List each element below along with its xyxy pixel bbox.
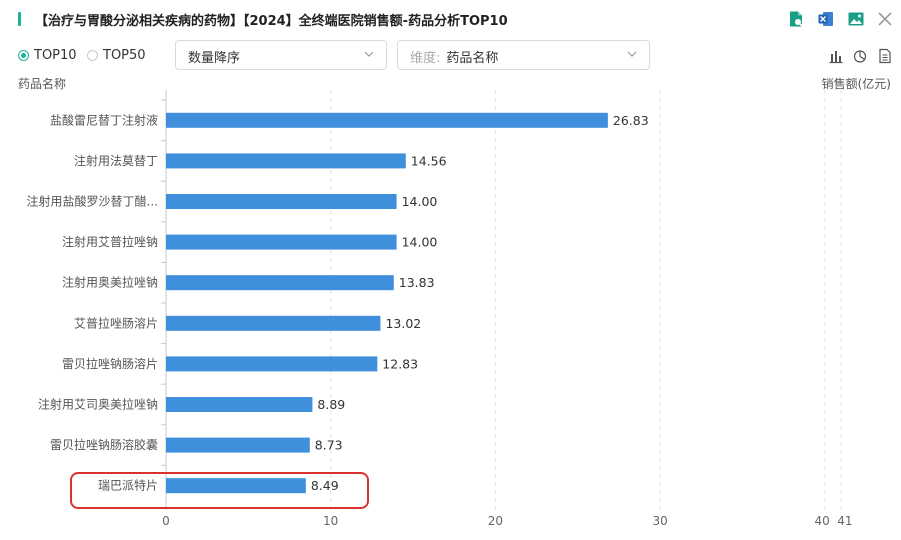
y-tick-label: 注射用艾司奥美拉唑钠 — [38, 397, 158, 412]
bar — [166, 234, 397, 250]
bar — [166, 194, 397, 209]
page-title: 【治疗与胃酸分泌相关疾病的药物】【2024】全终端医院销售额-药品分析TOP10 — [35, 14, 508, 29]
bar-chart-icon[interactable] — [828, 48, 844, 64]
export-excel-icon[interactable] — [787, 10, 805, 28]
y-tick-label: 注射用奥美拉唑钠 — [62, 275, 158, 290]
title-accent-bar — [18, 12, 21, 26]
y-tick-label: 注射用盐酸罗沙替丁醋... — [27, 194, 158, 209]
dimension-select[interactable]: 维度: 药品名称 — [397, 40, 650, 70]
chevron-down-icon — [627, 51, 637, 57]
bar-value-label: 14.00 — [402, 235, 438, 250]
x-tick-label: 0 — [162, 514, 170, 528]
bar — [166, 153, 406, 169]
y-tick-label: 艾普拉唑肠溶片 — [74, 315, 158, 330]
document-icon[interactable] — [877, 48, 893, 64]
bar — [166, 397, 313, 412]
radio-dot — [18, 50, 29, 61]
x-tick-label: 20 — [488, 514, 503, 528]
y-tick-label: 注射用艾普拉唑钠 — [62, 234, 158, 249]
bar — [166, 275, 394, 291]
pie-chart-icon[interactable] — [852, 48, 868, 64]
chevron-down-icon — [364, 51, 374, 57]
title-bar: 【治疗与胃酸分泌相关疾病的药物】【2024】全终端医院销售额-药品分析TOP10 — [0, 0, 901, 38]
bar-value-label: 14.00 — [402, 194, 438, 209]
y-tick-label: 雷贝拉唑钠肠溶胶囊 — [50, 437, 158, 452]
bar — [166, 437, 310, 453]
radio-top10[interactable]: TOP10 — [18, 48, 77, 63]
x-tick-label: 41 — [837, 514, 852, 528]
radio-top50[interactable]: TOP50 — [87, 48, 146, 63]
excel-icon[interactable] — [817, 10, 835, 28]
bar-value-label: 14.56 — [411, 153, 447, 168]
y-tick-label: 盐酸雷尼替丁注射液 — [50, 112, 158, 127]
image-icon[interactable] — [847, 10, 865, 28]
sort-select-value: 数量降序 — [188, 51, 241, 66]
dimension-select-label: 维度: — [410, 51, 441, 66]
sort-select[interactable]: 数量降序 — [175, 40, 387, 70]
close-icon[interactable] — [876, 10, 894, 28]
bar-value-label: 8.89 — [317, 397, 345, 412]
controls-bar: TOP10 TOP50 数量降序 维度: 药品名称 — [0, 40, 901, 72]
bar — [166, 356, 378, 372]
x-tick-label: 30 — [652, 514, 667, 528]
bar-value-label: 8.73 — [315, 438, 343, 453]
highlight-box — [70, 472, 369, 509]
radio-label: TOP50 — [103, 48, 146, 63]
x-tick-label: 10 — [323, 514, 338, 528]
radio-dot — [87, 50, 98, 61]
bar — [166, 315, 381, 331]
x-tick-label: 40 — [815, 514, 830, 528]
bar-chart: 0 10 20 30 40 41 盐酸雷尼替丁注射液 26.83 注射用法莫替丁 14.56 注射用… — [27, 90, 853, 528]
bar — [166, 112, 608, 128]
dimension-select-value: 药品名称 — [446, 51, 499, 66]
y-tick-label: 注射用法莫替丁 — [74, 153, 158, 168]
bar-value-label: 13.83 — [399, 275, 435, 290]
bar-value-label: 26.83 — [613, 113, 649, 128]
bar-value-label: 13.02 — [385, 316, 421, 331]
bar-value-label: 12.83 — [382, 356, 418, 371]
y-tick-label: 雷贝拉唑钠肠溶片 — [62, 356, 158, 371]
radio-label: TOP10 — [34, 48, 77, 63]
